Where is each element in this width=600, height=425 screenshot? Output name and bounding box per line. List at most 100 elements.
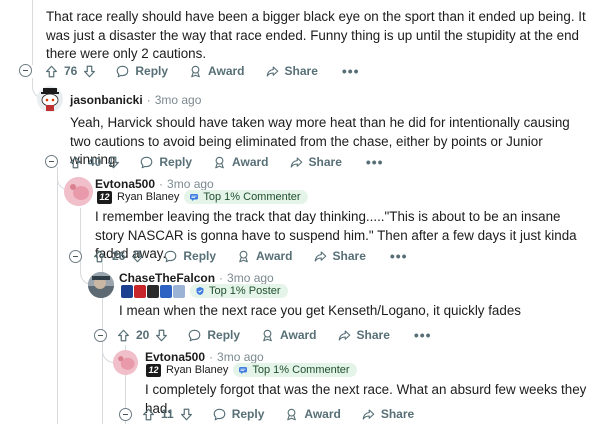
vote-count: 40 <box>88 155 102 169</box>
share-button[interactable]: Share <box>289 155 342 170</box>
share-icon <box>361 407 376 422</box>
comment-actions: 11 Reply Award Share <box>141 403 414 425</box>
share-icon <box>313 249 328 264</box>
snoo-avatar-icon <box>41 88 59 111</box>
avatar[interactable] <box>113 350 138 375</box>
more-options-button[interactable]: ••• <box>390 248 408 264</box>
reply-icon <box>139 155 154 170</box>
downvote-button[interactable] <box>179 407 194 422</box>
collapse-button[interactable] <box>45 155 58 168</box>
share-icon <box>265 64 280 79</box>
separator-dot: · <box>209 350 214 364</box>
comment-body: That race really should have been a bigg… <box>46 9 586 61</box>
award-button[interactable]: Award <box>188 64 245 79</box>
more-options-button[interactable]: ••• <box>414 327 432 343</box>
downvote-icon <box>154 328 169 343</box>
username[interactable]: jasonbanicki <box>70 93 143 107</box>
downvote-button[interactable] <box>130 249 145 264</box>
username[interactable]: ChaseTheFalcon <box>119 271 215 285</box>
award-icon <box>260 328 275 343</box>
reply-button[interactable]: Reply <box>139 155 192 170</box>
collapse-button[interactable] <box>94 329 107 342</box>
timestamp[interactable]: 3mo ago <box>167 177 214 191</box>
thread-line-level2[interactable] <box>57 170 58 424</box>
comment-actions: 26 Reply Award Share ••• <box>92 245 408 267</box>
award-button[interactable]: Award <box>284 407 341 422</box>
timestamp[interactable]: 3mo ago <box>217 350 264 364</box>
collapse-button[interactable] <box>119 408 132 421</box>
downvote-icon <box>106 155 121 170</box>
avatar[interactable] <box>37 86 63 112</box>
comment-author-line: Evtona500 · 3mo ago <box>145 350 264 364</box>
username[interactable]: Evtona500 <box>145 350 205 364</box>
flair-text: Ryan Blaney <box>166 364 229 376</box>
comment-actions: 40 Reply Award Share ••• <box>68 151 384 173</box>
downvote-icon <box>130 249 145 264</box>
username[interactable]: Evtona500 <box>95 177 155 191</box>
separator-dot: · <box>219 271 224 285</box>
reply-icon <box>115 64 130 79</box>
collapse-button[interactable] <box>69 250 82 263</box>
top-poster-badge: Top 1% Poster <box>190 284 288 298</box>
comment-badge-icon <box>238 365 248 375</box>
downvote-icon <box>82 64 97 79</box>
user-flair-row: 12 Ryan Blaney Top 1% Commenter <box>146 363 357 377</box>
share-button[interactable]: Share <box>313 249 366 264</box>
comment-author-line: Evtona500 · 3mo ago <box>95 177 214 191</box>
upvote-icon <box>44 64 59 79</box>
award-icon <box>188 64 203 79</box>
upvote-button[interactable] <box>141 407 156 422</box>
share-button[interactable]: Share <box>337 328 390 343</box>
avatar[interactable] <box>64 177 93 206</box>
downvote-button[interactable] <box>106 155 121 170</box>
avatar[interactable] <box>88 272 114 298</box>
reply-button[interactable]: Reply <box>115 64 168 79</box>
comment-badge-icon <box>189 192 199 202</box>
vote-count: 76 <box>64 64 78 78</box>
downvote-button[interactable] <box>82 64 97 79</box>
thread-line-level1[interactable] <box>32 0 33 65</box>
collapse-button[interactable] <box>19 64 32 77</box>
cut-off-header <box>62 0 182 2</box>
upvote-button[interactable] <box>44 64 59 79</box>
reply-icon <box>163 249 178 264</box>
reply-button[interactable]: Reply <box>163 249 216 264</box>
more-options-button[interactable]: ••• <box>366 154 384 170</box>
reply-icon <box>187 328 202 343</box>
upvote-icon <box>141 407 156 422</box>
vote-count: 11 <box>161 407 174 421</box>
shield-badge-icon <box>195 286 205 296</box>
separator-dot: · <box>159 177 164 191</box>
share-button[interactable]: Share <box>361 407 414 422</box>
photo-avatar-icon <box>88 272 114 298</box>
award-button[interactable]: Award <box>212 155 269 170</box>
upvote-button[interactable] <box>116 328 131 343</box>
reply-button[interactable]: Reply <box>187 328 240 343</box>
top-commenter-badge: Top 1% Commenter <box>184 190 308 204</box>
reply-button[interactable]: Reply <box>212 407 264 422</box>
downvote-icon <box>179 407 194 422</box>
share-icon <box>289 155 304 170</box>
car-number-flairs <box>121 284 185 298</box>
comment-author-line: jasonbanicki · 3mo ago <box>70 93 201 107</box>
timestamp[interactable]: 3mo ago <box>227 271 274 285</box>
share-button[interactable]: Share <box>265 64 318 79</box>
more-options-button[interactable]: ••• <box>342 63 360 79</box>
flair-text: Ryan Blaney <box>117 191 180 203</box>
pink-avatar-icon <box>64 177 93 206</box>
timestamp[interactable]: 3mo ago <box>155 93 202 107</box>
upvote-button[interactable] <box>92 249 107 264</box>
award-icon <box>212 155 227 170</box>
vote-count: 26 <box>112 249 126 263</box>
user-flair-row: 12 Ryan Blaney Top 1% Commenter <box>97 190 308 204</box>
downvote-button[interactable] <box>154 328 169 343</box>
user-flair-row: Top 1% Poster <box>121 284 288 298</box>
car-number-flair: 12 <box>97 190 112 204</box>
comment-author-line: ChaseTheFalcon · 3mo ago <box>119 271 274 285</box>
award-button[interactable]: Award <box>236 249 293 264</box>
comment-body: I mean when the next race you get Kenset… <box>119 303 521 318</box>
upvote-button[interactable] <box>68 155 83 170</box>
award-button[interactable]: Award <box>260 328 317 343</box>
top-commenter-badge: Top 1% Commenter <box>233 363 357 377</box>
reply-icon <box>212 407 227 422</box>
